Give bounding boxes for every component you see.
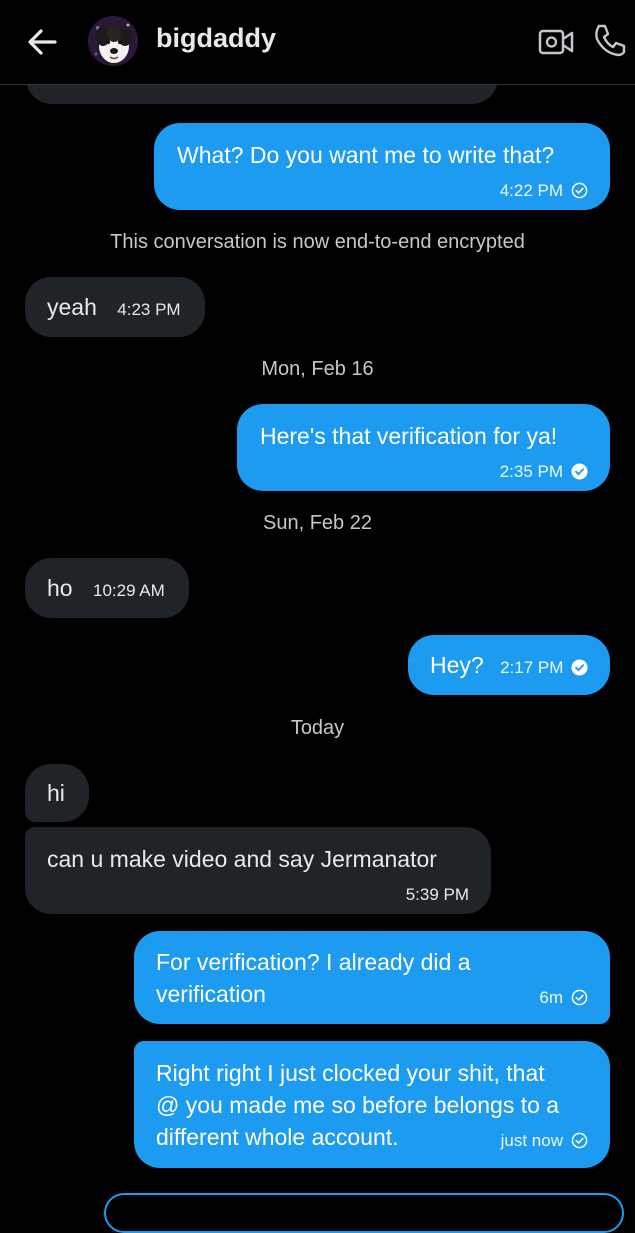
date-separator: Today: [290, 717, 345, 739]
check-circle-icon: [571, 182, 588, 199]
message-text-line: different whole account.: [156, 1124, 399, 1150]
message-text: Here's that verification for ya!: [260, 423, 558, 449]
message-time: just now: [500, 1131, 563, 1150]
check-circle-filled-icon: [571, 463, 588, 480]
message-bubble-incoming[interactable]: can u make video and say Jermanator 5:39…: [25, 827, 491, 914]
message-text: hi: [47, 780, 65, 806]
message-text: Hey?: [430, 652, 484, 678]
check-circle-icon: [571, 1132, 588, 1149]
message-time: 2:17 PM: [500, 658, 564, 677]
message-bubble-outgoing[interactable]: Here's that verification for ya! 2:35 PM: [237, 404, 610, 491]
message-bubble-outgoing[interactable]: Hey? 2:17 PM: [408, 635, 610, 695]
message-text-line: Right right I just clocked your shit, th…: [156, 1060, 545, 1086]
message-bubble-outgoing[interactable]: Right right I just clocked your shit, th…: [134, 1041, 610, 1168]
message-meta: just now: [501, 1125, 588, 1157]
encryption-notice: This conversation is now end-to-end encr…: [110, 231, 525, 253]
message-time: 4:23 PM: [117, 300, 181, 319]
video-call-button[interactable]: [536, 22, 576, 62]
message-meta: 2:35 PM: [260, 456, 588, 488]
message-time: 6m: [539, 988, 563, 1007]
check-circle-filled-icon: [571, 659, 588, 676]
message-bubble-incoming[interactable]: yeah 4:23 PM: [25, 277, 205, 337]
message-text: yeah: [47, 294, 97, 320]
phone-icon: [595, 24, 626, 57]
conversation-title[interactable]: bigdaddy: [156, 23, 276, 54]
arrow-left-icon: [28, 29, 57, 55]
avatar[interactable]: [88, 16, 138, 66]
dog-avatar-image: [88, 16, 138, 66]
message-meta: 2:17 PM: [500, 658, 588, 677]
message-text: can u make video and say Jermanator: [47, 846, 437, 872]
conversation-header: bigdaddy: [0, 0, 635, 85]
message-text: What? Do you want me to write that?: [177, 142, 555, 168]
message-bubble-incoming[interactable]: hi: [25, 764, 89, 822]
message-meta: 6m: [539, 982, 588, 1014]
message-text-line: For verification? I already did a: [156, 949, 471, 975]
message-time: 5:39 PM: [405, 885, 469, 904]
message-text: ho: [47, 575, 73, 601]
message-time: 10:29 AM: [92, 581, 165, 600]
message-text-line: verification: [156, 981, 266, 1007]
voice-call-button[interactable]: [590, 20, 630, 60]
message-bubble-outgoing[interactable]: What? Do you want me to write that? 4:22…: [154, 123, 610, 210]
message-bubble-outgoing[interactable]: For verification? I already did a verifi…: [134, 931, 610, 1024]
message-time: 2:35 PM: [499, 462, 563, 481]
message-bubble-incoming[interactable]: ho 10:29 AM: [25, 558, 189, 618]
date-separator: Sun, Feb 22: [263, 512, 372, 534]
message-text-line: @ you made me so before belongs to a: [156, 1092, 560, 1118]
video-camera-icon: [538, 29, 574, 55]
message-meta: 4:22 PM: [177, 175, 588, 207]
message-composer[interactable]: [104, 1193, 624, 1233]
check-circle-icon: [571, 989, 588, 1006]
message-time: 4:22 PM: [499, 181, 563, 200]
date-separator: Mon, Feb 16: [261, 358, 374, 380]
back-button[interactable]: [22, 22, 62, 62]
